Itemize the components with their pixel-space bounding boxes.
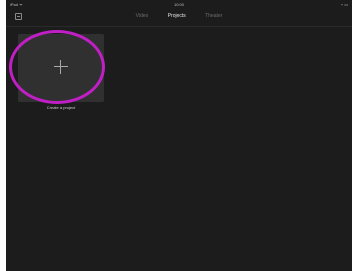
- battery-indicator: ⌁ ▭: [340, 2, 348, 7]
- top-nav-bar: Video Projects Theater: [6, 8, 352, 27]
- tab-video[interactable]: Video: [136, 13, 149, 19]
- tab-projects[interactable]: Projects: [168, 13, 186, 19]
- app-screen: iPad ᯤ 10:00 ⌁ ▭ Video Projects Theater …: [6, 0, 352, 271]
- highlight-circle-annotation: [9, 30, 105, 104]
- clock-label: 10:00: [173, 2, 184, 7]
- tab-theater[interactable]: Theater: [205, 13, 222, 19]
- segmented-tabs: Video Projects Theater: [6, 13, 352, 19]
- status-bar: iPad ᯤ 10:00 ⌁ ▭: [6, 0, 352, 8]
- create-project-label: Create a project: [46, 105, 76, 110]
